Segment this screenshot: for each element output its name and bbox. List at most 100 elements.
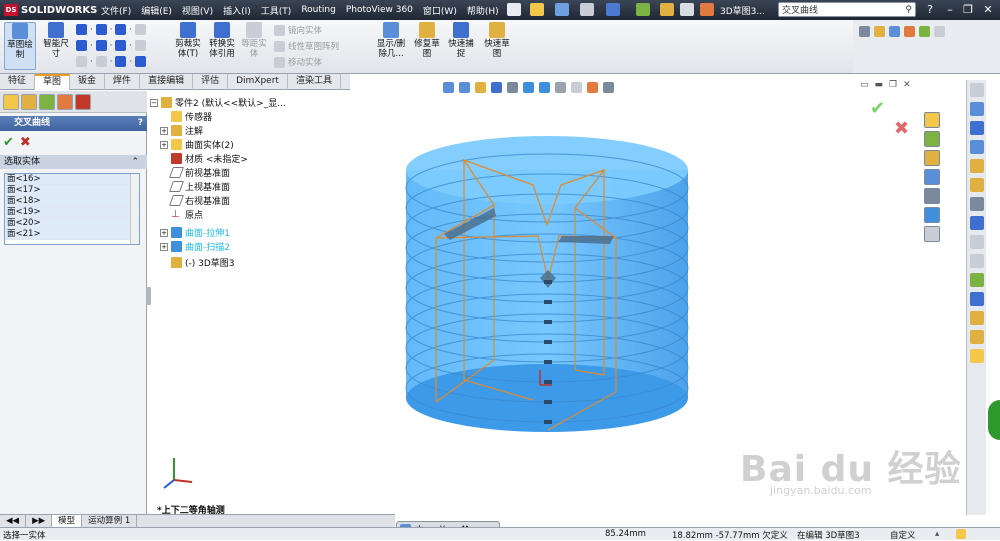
- slot-tools[interactable]: · · ·: [76, 56, 147, 67]
- model-viewport[interactable]: [390, 130, 700, 440]
- menu-routing[interactable]: Routing: [296, 5, 341, 15]
- tree-item-top-plane[interactable]: 上视基准面: [160, 180, 230, 193]
- rect-tools[interactable]: · · ·: [76, 40, 147, 51]
- new-doc-icon[interactable]: [507, 3, 521, 16]
- spell-check-icon[interactable]: [970, 102, 984, 116]
- tree-item-material[interactable]: 材质 <未指定>: [160, 152, 248, 165]
- resources-icon[interactable]: [924, 131, 940, 147]
- config-manager-icon[interactable]: [39, 93, 55, 110]
- linear-pattern-button[interactable]: 线性草图阵列: [274, 40, 339, 52]
- mirror-entities-button[interactable]: 镜向实体: [274, 24, 322, 36]
- appearances-icon[interactable]: [924, 207, 940, 223]
- restore-button[interactable]: ❐: [960, 2, 976, 17]
- menu-file[interactable]: 文件(F): [96, 4, 136, 17]
- rebuild-status-icon[interactable]: [956, 529, 966, 539]
- list-item[interactable]: 面<21>: [5, 229, 139, 240]
- offset-entities-button[interactable]: 等距实 体: [240, 22, 268, 59]
- sustainability-icon[interactable]: [970, 349, 984, 363]
- tab-motion-study[interactable]: 运动算例 1: [82, 515, 138, 527]
- ok-button[interactable]: ✔: [3, 135, 14, 150]
- expand-icon[interactable]: −: [150, 98, 158, 107]
- feature-stats-icon[interactable]: [970, 311, 984, 325]
- tree-item-annotations[interactable]: + 注解: [160, 124, 203, 137]
- tree-item-surface-bodies[interactable]: + 曲面实体(2): [160, 138, 234, 151]
- list-scrollbar[interactable]: [130, 174, 139, 244]
- confirm-cancel-icon[interactable]: ✖: [894, 118, 909, 139]
- tab-render-tools[interactable]: 渲染工具: [288, 74, 341, 90]
- rapid-sketch-button[interactable]: 快速草 图: [482, 22, 512, 59]
- smart-dimension-button[interactable]: 智能尺 寸: [40, 22, 72, 59]
- menu-edit[interactable]: 编辑(E): [136, 4, 177, 17]
- section-view-icon[interactable]: [491, 81, 502, 93]
- undo-icon[interactable]: [606, 3, 620, 16]
- tree-item-surface-sweep[interactable]: + 曲面-扫描2: [160, 240, 230, 253]
- help-icon[interactable]: ?: [922, 2, 938, 17]
- zoom-to-fit-icon[interactable]: [443, 81, 454, 93]
- check-icon[interactable]: [970, 178, 984, 192]
- list-item[interactable]: 面<19>: [5, 207, 139, 218]
- options-icon[interactable]: [700, 3, 714, 16]
- selection-list[interactable]: 面<16> 面<17> 面<18> 面<19> 面<20> 面<21>: [4, 173, 140, 245]
- hide-show-icon[interactable]: [919, 26, 930, 37]
- app-logo[interactable]: DS SOLIDWORKS: [4, 3, 97, 17]
- units-dropdown-icon[interactable]: ▴: [935, 529, 939, 539]
- menu-view[interactable]: 视图(V): [177, 4, 218, 17]
- display-style-icon[interactable]: [904, 26, 915, 37]
- convert-entities-button[interactable]: 转换实 体引用: [206, 22, 238, 59]
- apply-scene-icon[interactable]: [587, 81, 598, 93]
- close-viewport-icon[interactable]: ✕: [903, 80, 911, 90]
- minimize-viewport-icon[interactable]: ▬: [875, 80, 884, 90]
- repair-sketch-button[interactable]: 修复草 图: [412, 22, 442, 59]
- view-settings-icon[interactable]: [603, 81, 614, 93]
- tree-root[interactable]: − 零件2 (默认<<默认>_显...: [150, 96, 286, 109]
- geometry-analysis-icon[interactable]: [970, 330, 984, 344]
- custom-properties-icon[interactable]: [924, 226, 940, 242]
- edit-appearance-icon[interactable]: [571, 81, 582, 93]
- list-item[interactable]: 面<17>: [5, 185, 139, 196]
- cancel-button[interactable]: ✖: [20, 135, 31, 150]
- tab-dimxpert[interactable]: DimXpert: [228, 74, 288, 90]
- section-icon[interactable]: [970, 216, 984, 230]
- file-explorer-icon[interactable]: [924, 169, 940, 185]
- expand-icon[interactable]: +: [160, 228, 168, 237]
- previous-view-icon[interactable]: [475, 81, 486, 93]
- pin-icon[interactable]: [970, 83, 984, 97]
- line-tools[interactable]: · · ·: [76, 24, 147, 35]
- selection-group-header[interactable]: 选取实体 ⌃: [0, 155, 147, 169]
- display-style-icon[interactable]: [539, 81, 550, 93]
- list-item[interactable]: 面<18>: [5, 196, 139, 207]
- list-item[interactable]: 面<16>: [5, 174, 139, 185]
- deviation-icon[interactable]: [970, 273, 984, 287]
- tab-sheet-metal[interactable]: 钣金: [70, 74, 106, 90]
- open-icon[interactable]: [530, 3, 544, 16]
- tab-evaluate[interactable]: 评估: [193, 74, 229, 90]
- view-palette-icon[interactable]: [924, 188, 940, 204]
- trim-entities-button[interactable]: 剪裁实 体(T): [172, 22, 204, 59]
- display-delete-relations-button[interactable]: 显示/删 除几...: [372, 22, 410, 59]
- property-manager-icon[interactable]: [21, 93, 37, 110]
- tree-item-right-plane[interactable]: 右视基准面: [160, 194, 230, 207]
- home-icon[interactable]: [924, 112, 940, 128]
- tree-item-surface-extrude[interactable]: + 曲面-拉伸1: [160, 226, 230, 239]
- restore-viewport-icon[interactable]: ❐: [889, 80, 897, 90]
- tab-features[interactable]: 特征: [0, 74, 36, 90]
- mass-props-icon[interactable]: [970, 159, 984, 173]
- status-units[interactable]: 自定义: [890, 529, 916, 541]
- tree-item-origin[interactable]: ⊥ 原点: [160, 208, 203, 221]
- expand-icon[interactable]: +: [160, 140, 168, 149]
- display-manager-icon[interactable]: [75, 93, 91, 110]
- panel-splitter-handle[interactable]: [146, 287, 151, 305]
- dynamic-annotation-icon[interactable]: [507, 81, 518, 93]
- confirm-ok-icon[interactable]: ✔: [870, 98, 885, 119]
- tab-model[interactable]: 模型: [52, 515, 83, 527]
- collapse-icon[interactable]: ⌃: [131, 155, 139, 169]
- close-button[interactable]: ✕: [980, 2, 996, 17]
- tab-sketch[interactable]: 草图: [35, 74, 71, 90]
- help-button[interactable]: ?: [138, 116, 143, 131]
- tree-item-3d-sketch[interactable]: (-) 3D草图3: [160, 256, 235, 269]
- rebuild-icon[interactable]: [660, 3, 674, 16]
- expand-icon[interactable]: +: [160, 126, 168, 135]
- sketch-button[interactable]: 草图绘 制: [4, 22, 36, 70]
- appearance-icon[interactable]: [934, 26, 945, 37]
- tree-item-sensors[interactable]: 传感器: [160, 110, 212, 123]
